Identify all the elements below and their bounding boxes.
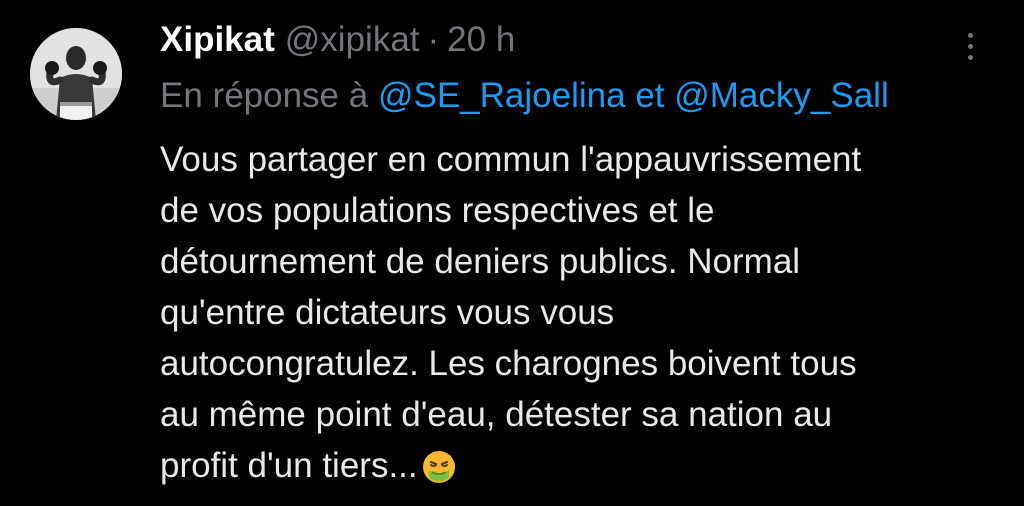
tweet-header: Xipikat @xipikat · 20 h — [160, 20, 515, 64]
tweet-text-line: qu'entre dictateurs vous vous — [160, 293, 615, 332]
reply-conjunction: et — [635, 76, 665, 115]
nauseated-face-icon — [422, 447, 456, 498]
tweet-text-last-line: profit d'un tiers... — [160, 440, 1010, 498]
tweet[interactable]: Xipikat @xipikat · 20 h En réponse à @SE… — [0, 0, 1024, 506]
reply-context: En réponse à @SE_Rajoelina et @Macky_Sal… — [160, 76, 889, 116]
more-dot — [967, 43, 973, 49]
tweet-text-line: autocongratulez. Les charognes boivent t… — [160, 344, 857, 383]
tweet-text-line: Vous partager en commun l'appauvrissemen… — [160, 140, 862, 179]
tweet-text-line: de vos populations respectives et le — [160, 191, 715, 230]
boxer-photo-avatar — [30, 28, 122, 120]
mention-macky-sall[interactable]: @Macky_Sall — [674, 76, 888, 115]
tweet-text-line: détournement de deniers publics. Normal — [160, 242, 801, 281]
user-handle[interactable]: @xipikat — [285, 20, 420, 60]
tweet-text-line: profit d'un tiers... — [160, 446, 418, 485]
tweet-text: Vous partager en commun l'appauvrissemen… — [160, 134, 1010, 498]
reply-prefix: En réponse à — [160, 76, 369, 115]
avatar[interactable] — [30, 28, 122, 120]
mention-se-rajoelina[interactable]: @SE_Rajoelina — [378, 76, 626, 115]
display-name[interactable]: Xipikat — [160, 20, 275, 60]
more-dot — [967, 32, 973, 38]
timestamp[interactable]: 20 h — [447, 20, 515, 60]
vertical-ellipsis-icon[interactable] — [958, 24, 982, 68]
tweet-text-line: au même point d'eau, détester sa nation … — [160, 395, 833, 434]
more-dot — [967, 54, 973, 60]
separator-dot: · — [427, 20, 440, 59]
